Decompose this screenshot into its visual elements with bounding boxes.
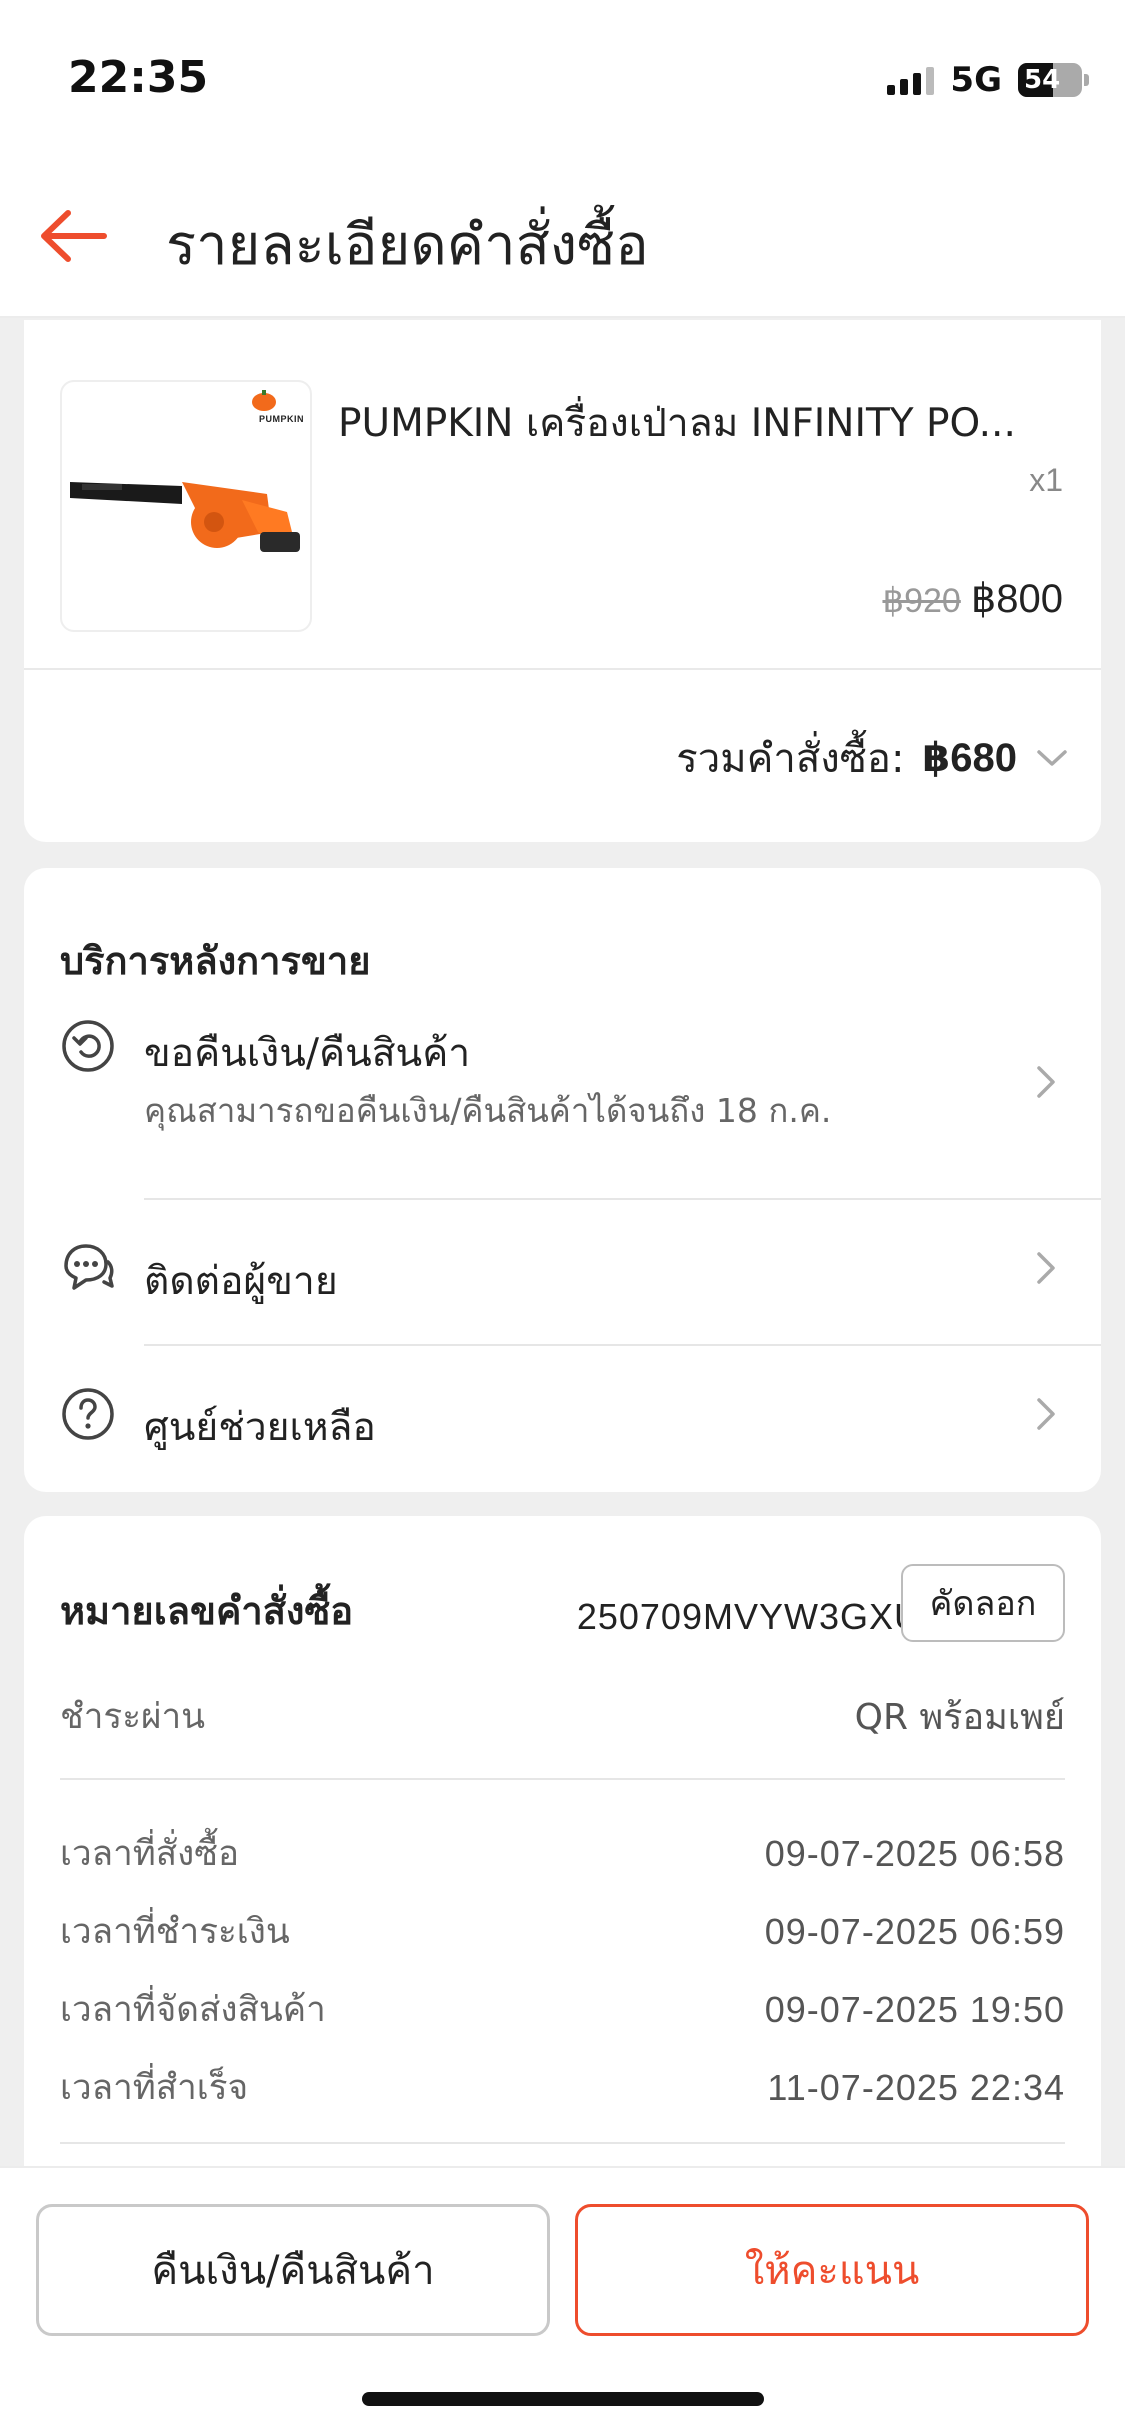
price-row: ฿920 ฿800 xyxy=(882,576,1063,622)
service-item-refund[interactable]: ขอคืนเงิน/คืนสินค้า คุณสามารถขอคืนเงิน/ค… xyxy=(24,1018,1101,1168)
battery-tip xyxy=(1084,74,1089,86)
order-total-value: ฿680 xyxy=(922,736,1017,780)
page-header: รายละเอียดคำสั่งซื้อ xyxy=(0,150,1125,318)
refund-button[interactable]: คืนเงิน/คืนสินค้า xyxy=(36,2204,550,2336)
status-time: 22:35 xyxy=(68,52,209,103)
service-item-label: ขอคืนเงิน/คืนสินค้า xyxy=(144,1031,471,1076)
return-icon xyxy=(62,1020,114,1072)
service-item-label: ติดต่อผู้ขาย xyxy=(144,1259,338,1304)
product-quantity: x1 xyxy=(1029,462,1063,498)
timeline-row: เวลาที่สำเร็จ 11-07-2025 22:34 xyxy=(60,2060,1065,2115)
rate-button[interactable]: ให้คะแนน xyxy=(575,2204,1089,2336)
service-item-help-center[interactable]: ศูนย์ช่วยเหลือ xyxy=(24,1386,1101,1482)
timeline-label: เวลาที่สั่งซื้อ xyxy=(60,1834,240,1874)
timeline-row: เวลาที่ชำระเงิน 09-07-2025 06:59 xyxy=(60,1904,1065,1959)
chevron-down-icon xyxy=(1037,750,1067,766)
product-card: PUMPKIN PUMPKIN เครื่องเป่าลม INFINITY P… xyxy=(24,320,1101,842)
timeline-row: เวลาที่จัดส่งสินค้า 09-07-2025 19:50 xyxy=(60,1982,1065,2037)
divider xyxy=(60,2142,1065,2144)
product-name[interactable]: PUMPKIN เครื่องเป่าลม INFINITY PO... xyxy=(338,392,1078,454)
page-title: รายละเอียดคำสั่งซื้อ xyxy=(166,213,649,278)
status-indicators: 5G 54 xyxy=(887,60,1089,100)
chevron-right-icon xyxy=(1037,1066,1055,1098)
order-number: 250709MVYW3GXU xyxy=(576,1596,921,1637)
battery-icon: 54 xyxy=(1018,63,1082,97)
timeline-value: 09-07-2025 19:50 xyxy=(764,1988,1065,2030)
timeline-value: 09-07-2025 06:58 xyxy=(764,1832,1065,1874)
signal-icon xyxy=(887,65,935,95)
help-icon xyxy=(62,1388,114,1440)
order-total-row[interactable]: รวมคำสั่งซื้อ: ฿680 xyxy=(676,726,1069,790)
divider xyxy=(144,1344,1101,1346)
original-price: ฿920 xyxy=(882,582,961,620)
product-price: ฿800 xyxy=(970,577,1063,621)
divider xyxy=(144,1198,1101,1200)
status-bar: 22:35 5G 54 xyxy=(0,0,1125,150)
order-total-label: รวมคำสั่งซื้อ: xyxy=(676,736,905,782)
network-type: 5G xyxy=(950,60,1002,100)
copy-button[interactable]: คัดลอก xyxy=(901,1564,1065,1642)
chevron-right-icon xyxy=(1037,1252,1055,1284)
divider xyxy=(24,668,1101,670)
service-item-subtext: คุณสามารถขอคืนเงิน/คืนสินค้าได้จนถึง 18 … xyxy=(144,1091,832,1130)
order-number-label: หมายเลขคำสั่งซื้อ xyxy=(60,1589,354,1633)
battery-level: 54 xyxy=(1024,65,1061,95)
timeline-label: เวลาที่สำเร็จ xyxy=(60,2068,249,2108)
timeline-row: เวลาที่สั่งซื้อ 09-07-2025 06:58 xyxy=(60,1826,1065,1881)
arrow-left-icon xyxy=(41,210,107,262)
payment-method-label: ชำระผ่าน xyxy=(60,1697,206,1737)
after-sales-title: บริการหลังการขาย xyxy=(60,939,371,983)
payment-method-row: ชำระผ่าน QR พร้อมเพย์ xyxy=(60,1688,1065,1745)
leaf-blower-icon xyxy=(70,482,300,552)
service-item-label: ศูนย์ช่วยเหลือ xyxy=(144,1405,376,1450)
timeline-label: เวลาที่ชำระเงิน xyxy=(60,1912,290,1952)
product-thumbnail[interactable]: PUMPKIN xyxy=(60,380,312,632)
back-button[interactable] xyxy=(38,208,108,264)
divider xyxy=(60,1778,1065,1780)
timeline-value: 11-07-2025 22:34 xyxy=(767,2066,1065,2108)
after-sales-card: บริการหลังการขาย ขอคืนเงิน/คืนสินค้า คุณ… xyxy=(24,868,1101,1492)
home-indicator[interactable] xyxy=(362,2392,764,2406)
timeline-label: เวลาที่จัดส่งสินค้า xyxy=(60,1990,326,2030)
order-info-card: หมายเลขคำสั่งซื้อ 250709MVYW3GXU คัดลอก … xyxy=(24,1516,1101,2216)
timeline-value: 09-07-2025 06:59 xyxy=(764,1910,1065,1952)
chevron-right-icon xyxy=(1037,1398,1055,1430)
payment-method-value: QR พร้อมเพย์ xyxy=(854,1697,1065,1738)
service-item-contact-seller[interactable]: ติดต่อผู้ขาย xyxy=(24,1240,1101,1336)
chat-icon xyxy=(64,1244,114,1290)
